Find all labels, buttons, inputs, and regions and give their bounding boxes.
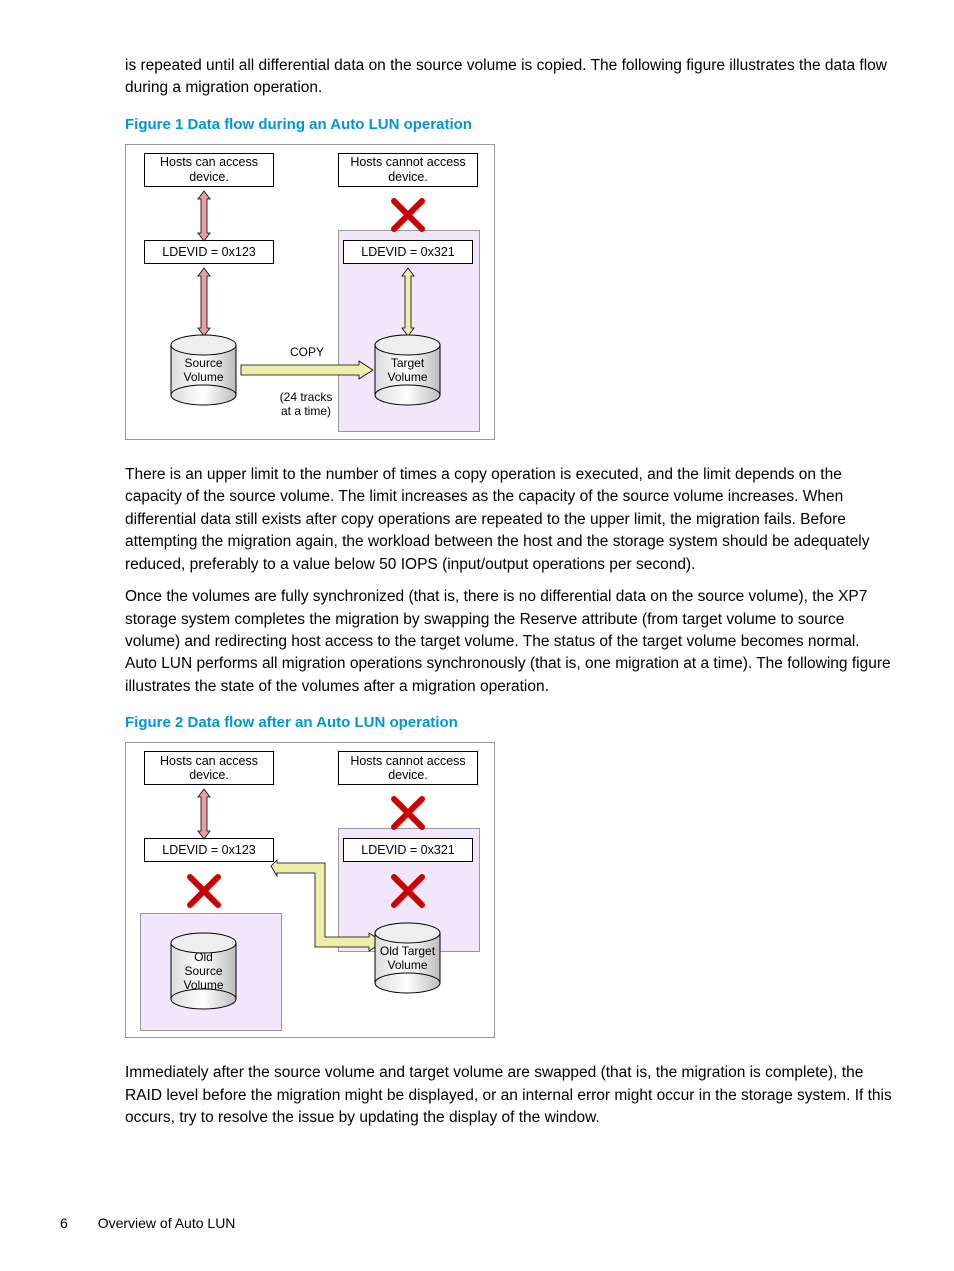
- svg-text:Volume: Volume: [183, 370, 223, 384]
- figure-1-caption: Figure 1 Data flow during an Auto LUN op…: [125, 114, 894, 136]
- figure-2-diagram: Hosts can access device. Hosts cannot ac…: [125, 742, 495, 1038]
- svg-text:Volume: Volume: [183, 978, 223, 992]
- svg-text:Volume: Volume: [387, 958, 427, 972]
- body-paragraph: Once the volumes are fully synchronized …: [125, 586, 894, 698]
- svg-text:Source: Source: [184, 964, 222, 978]
- body-paragraph: is repeated until all differential data …: [125, 55, 894, 100]
- body-paragraph: Immediately after the source volume and …: [125, 1062, 894, 1129]
- svg-text:Source: Source: [184, 356, 222, 370]
- footer-section: Overview of Auto LUN: [98, 1215, 236, 1231]
- page-footer: 6 Overview of Auto LUN: [60, 1213, 235, 1233]
- body-paragraph: There is an upper limit to the number of…: [125, 464, 894, 576]
- svg-text:Target: Target: [391, 356, 425, 370]
- svg-text:Old Target: Old Target: [380, 944, 436, 958]
- svg-text:Volume: Volume: [387, 370, 427, 384]
- svg-text:Old: Old: [194, 950, 213, 964]
- figure-1-diagram: Hosts can access device. Hosts cannot ac…: [125, 144, 495, 440]
- page-number: 6: [60, 1215, 68, 1231]
- figure-2-caption: Figure 2 Data flow after an Auto LUN ope…: [125, 712, 894, 734]
